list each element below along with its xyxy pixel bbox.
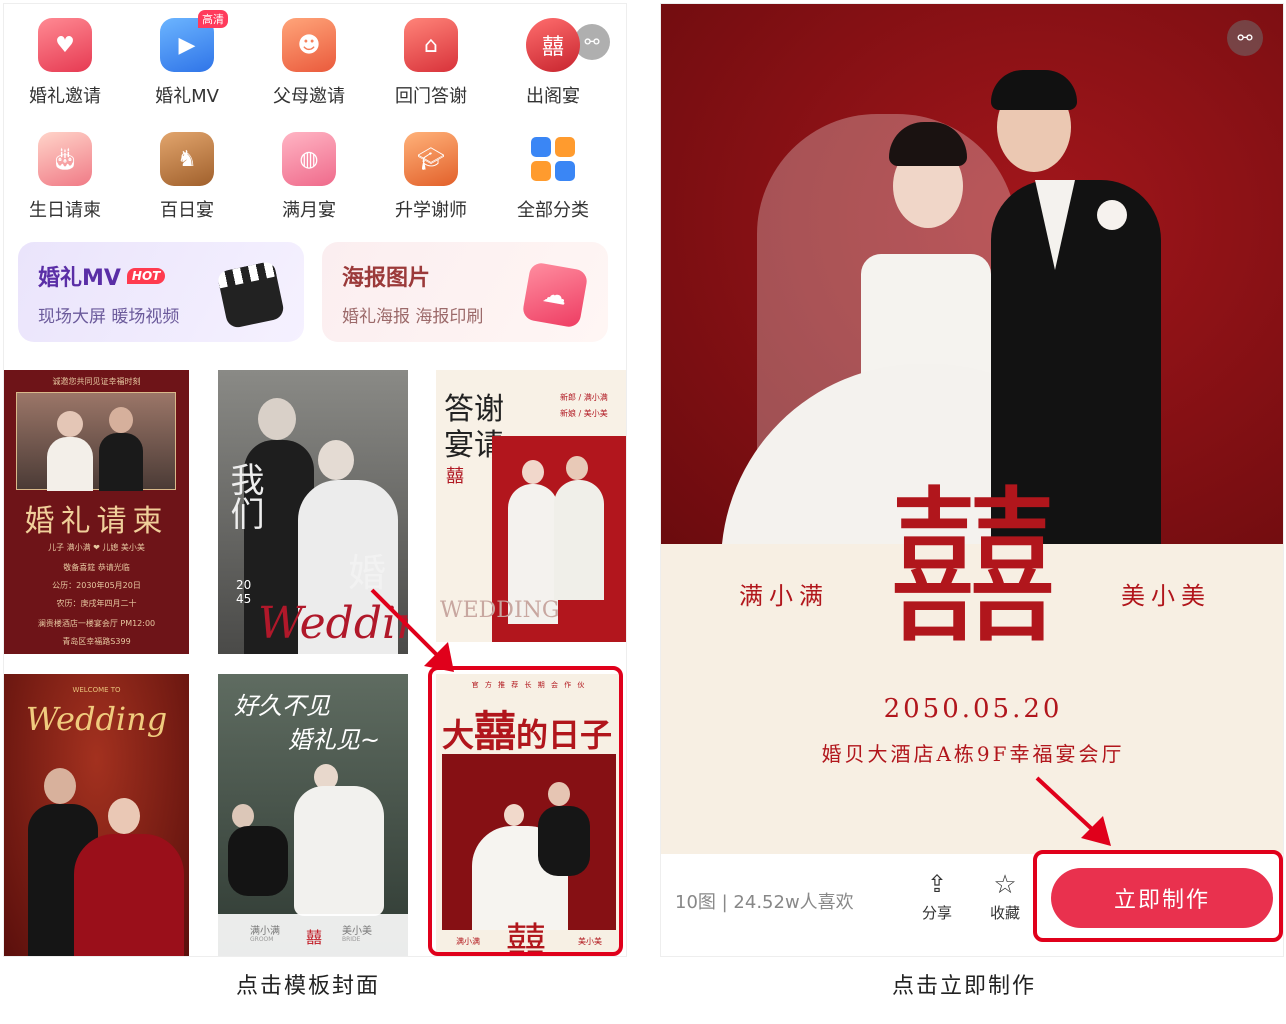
template-card-thanks-banquet[interactable]: 答谢 宴请 新郎 / 满小满 新娘 / 美小美 囍 WEDDING (436, 370, 626, 642)
template-card-welcome-wedding[interactable]: WELCOME TO Wedding (4, 674, 189, 956)
favorite-button[interactable]: ☆ 收藏 (981, 870, 1029, 923)
grid-icon (526, 132, 580, 186)
wedding-venue: 婚贝大酒店A栋9F幸福宴会厅 (821, 742, 1125, 766)
bride-name: 美小美 (1121, 582, 1211, 610)
couple-photo: ⚯ (661, 4, 1283, 544)
template-card-long-time[interactable]: 好久不见 婚礼见~ 满小满 GROOM 囍 美小美 BRIDE (218, 674, 408, 956)
hd-badge: 高清 (198, 10, 228, 28)
caption-left: 点击模板封面 (236, 974, 381, 999)
link-icon[interactable]: ⚯ (1227, 20, 1263, 56)
category-hundred-days[interactable]: ♞ 百日宴 (126, 132, 248, 222)
promo-card-poster[interactable]: 海报图片 婚礼海报 海报印刷 ☁ (322, 242, 608, 342)
template-stats: 10图 | 24.52w人喜欢 (675, 892, 854, 913)
pagoda-icon: ⌂ (404, 18, 458, 72)
groom-name: 满小满 (739, 582, 829, 610)
hot-badge: HOT (126, 268, 166, 284)
category-wedding-mv[interactable]: ▶ 高清 婚礼MV (126, 10, 248, 108)
promo-mv-title: 婚礼MV (38, 266, 121, 291)
highlight-frame-button (1033, 850, 1283, 942)
arrow-icon (370, 588, 454, 672)
arrow-icon (1035, 776, 1111, 846)
parents-card-icon: ☻ (282, 18, 336, 72)
couple-photo (16, 392, 176, 491)
star-icon: ☆ (993, 870, 1017, 900)
double-happiness-symbol: 囍 (887, 470, 1058, 668)
envelope-heart-icon: ♥ (38, 18, 92, 72)
category-all[interactable]: 全部分类 (492, 132, 614, 222)
category-return-thanks[interactable]: ⌂ 回门答谢 (370, 18, 492, 108)
picture-icon: ☁ (521, 261, 589, 329)
category-birthday-invite[interactable]: 🎂︎ 生日请柬 (4, 132, 126, 222)
category-wedding-invite[interactable]: ♥ 婚礼邀请 (4, 18, 126, 108)
cake-icon: 🎂︎ (38, 132, 92, 186)
template-list-screen: ⚯ ♥ 婚礼邀请 ▶ 高清 婚礼MV ☻ 父母邀请 ⌂ 回门答谢 囍 出阁宴 🎂… (3, 3, 627, 957)
highlight-frame-template (428, 666, 623, 956)
category-full-month[interactable]: ◍ 满月宴 (248, 132, 370, 222)
invitation-card: 满小满 美小美 囍 2050.05.20 婚贝大酒店A栋9F幸福宴会厅 (661, 484, 1283, 854)
template-card-invitation[interactable]: 诚邀您共同见证幸福时刻 婚礼请柬 儿子 满小满 ❤ 儿媳 美小美 敬备喜筵 恭请… (4, 370, 189, 654)
share-button[interactable]: ⇪ 分享 (913, 870, 961, 923)
category-bride-banquet[interactable]: 囍 出阁宴 (492, 18, 614, 108)
caption-right: 点击立即制作 (892, 974, 1037, 999)
template-detail-screen: ⚯ 满小满 美小美 囍 2050.05.20 婚贝大酒店A栋9F幸福宴会厅 10… (660, 3, 1284, 957)
category-parents-invite[interactable]: ☻ 父母邀请 (248, 18, 370, 108)
wedding-date: 2050.05.20 (883, 694, 1063, 724)
promo-card-wedding-mv[interactable]: 婚礼MV HOT 现场大屏 暖场视频 (18, 242, 304, 342)
xi-mark: 囍 (446, 466, 464, 487)
video-icon: ▶ 高清 (160, 10, 228, 72)
bride-icon: 囍 (526, 18, 580, 72)
graduation-cap-icon: 🎓︎ (404, 132, 458, 186)
baby-bottle-icon: ◍ (282, 132, 336, 186)
rocking-horse-icon: ♞ (160, 132, 214, 186)
clapperboard-icon (216, 260, 286, 330)
category-graduation[interactable]: 🎓︎ 升学谢师 (370, 132, 492, 222)
share-icon: ⇪ (926, 870, 948, 898)
